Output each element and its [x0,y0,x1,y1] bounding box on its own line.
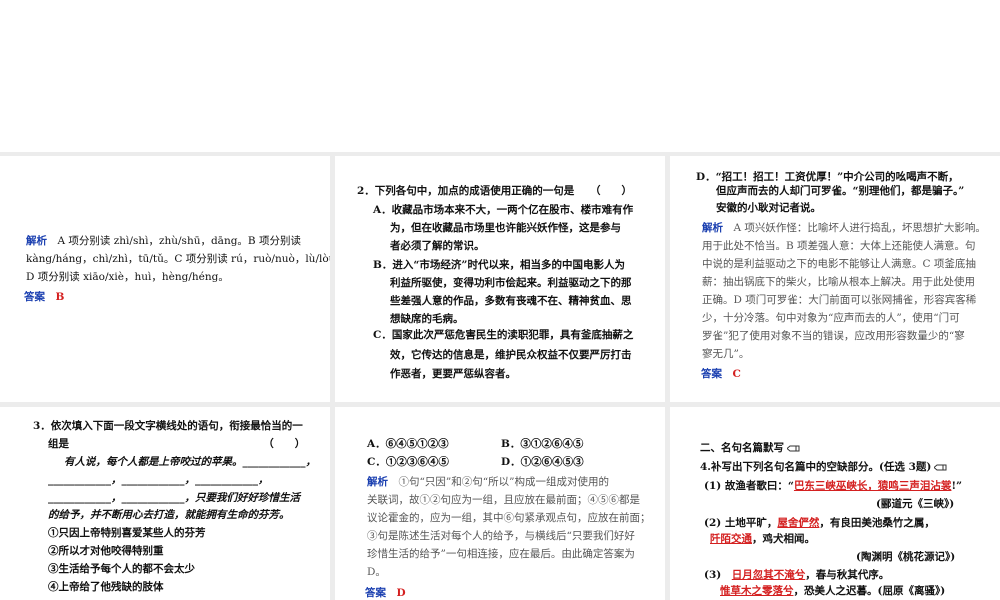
option-c-line: C．国家此次严惩危害民生的渎职犯罪，具有釜底抽薪之 [373,329,634,341]
section-heading: 二、名句名篇默写 [700,441,800,455]
list-item: ②所以才对他咬得特别重 [48,545,164,557]
source-text: (陶渊明《桃花源记》) [856,551,956,563]
answer-fill: 惟草木之零落兮 [720,585,794,597]
top-blank-area [0,0,1000,152]
question-text: 2．下列各句中，加点的成语使用正确的一句是 （ ） [357,185,633,197]
pencil-icon [787,445,800,451]
answer-fill: 巴东三峡巫峡长，猿鸣三声泪沾裳 [793,480,952,492]
option-c-line: 效，它传达的信息是，维护民众权益不仅要严厉打击 [390,349,632,361]
option-a-line: 为，但在收藏品市场里也许能兴妖作怪，这是参与 [390,222,621,234]
analysis-text: ①句“只因”和②句“所以”构成一组成对使用的 [398,476,609,488]
question-text: 3．依次填入下面一段文字横线处的语句，衔接最恰当的一 [33,420,303,432]
analysis-line: 中说的是利益驱动之下的电影不能够让人满意。C 项釜底抽 [702,258,976,270]
list-item: ③生活给予每个人的都不会太少 [48,563,195,575]
analysis-line: 正确。D 项门可罗雀：大门前面可以张网捕雀，形容宾客稀 [702,294,977,306]
sentence-text: (3) [704,569,722,581]
answer-fill: 日月忽其不淹兮 [731,569,806,581]
option-b-line: 利益所驱使，变得功利市侩起来。利益驱动之下的那 [390,277,632,289]
analysis-line: ③句是陈述生活对每个人的给予，与横线后“只要我们好好 [367,530,635,542]
passage-line: 的给予，并不断用心去打造，就能拥有生命的芬芳。 [48,509,290,521]
option-d-line: D．“招工！招工！工资优厚！”中介公司的吆喝声不断， [696,171,959,183]
sentence-text: ，恐美人之迟暮。(屈原《离骚》) [793,585,946,597]
instruction-label: 4.补写出下列名句名篇中的空缺部分。(任选 3题) [700,461,932,473]
answer-value: C [732,368,741,380]
question-text: 组是 （ ） [48,438,306,450]
slide-question-2: 2．下列各句中，加点的成语使用正确的一句是 （ ） A．收藏品市场本来不大，一两… [335,156,665,402]
option-b-line: 想缺席的毛病。 [390,313,464,325]
analysis-line: 罗雀”犯了使用对象不当的错误，应改用形容数量少的“寥 [702,330,965,342]
sentence-line: 阡陌交通，鸡犬相闻。 [710,532,815,546]
option-d: D．①②⑥④⑤③ [501,456,584,468]
analysis-line: 用于此处不恰当。B 项差强人意：大体上还能使人满意。句 [702,240,976,252]
pencil-icon [934,464,947,470]
analysis-line: 少，十分冷落。句中对象为“应声而去的人”，使用“门可 [702,312,960,324]
analysis-line: kàng/háng，chì/zhì，tū/tǔ。C 项分别读 rú，ruò/nu… [26,253,330,265]
answer-line: 答案 C [701,367,741,381]
analysis-line: 关联词，故①②句应为一组，且应放在最前面；④⑤⑥都是 [367,494,640,506]
analysis-line: D 项分别读 xiāo/xiè，huì，hèng/héng。 [26,271,229,283]
answer-value: B [55,291,65,303]
option-a: A．⑥④⑤①②③ [367,438,449,450]
source-text: (郦道元《三峡》) [876,498,955,510]
sentence-text: !” [951,480,963,492]
analysis-label: 解析 [367,476,388,488]
slide-famous-sentences: 二、名句名篇默写 4.补写出下列名句名篇中的空缺部分。(任选 3题) (1) 故… [670,407,1000,600]
option-a-line: 者必须了解的常识。 [390,240,485,252]
analysis-text: A 项分别读 zhì/shì，zhù/shū，dāng。B 项分别读 [57,235,301,247]
answer-label: 答案 [701,368,722,380]
option-c-line: 作恶者，更要严惩纵容者。 [390,368,516,380]
slide-question-3: 3．依次填入下面一段文字横线处的语句，衔接最恰当的一 组是 （ ） 有人说，每个… [0,407,330,600]
analysis-line: D。 [367,566,386,578]
analysis-label: 解析 [702,222,723,234]
analysis-line: 解析 A 项兴妖作怪：比喻坏人进行捣乱，坏思想扩大影响。 [702,221,986,235]
heading-text: 二、名句名篇默写 [700,442,784,454]
answer-label: 答案 [365,587,386,599]
analysis-line: 解析 ①句“只因”和②句“所以”构成一组成对使用的 [367,475,609,489]
sentence-line: (1) 故渔者歌曰：“巴东三峡巫峡长，猿鸣三声泪沾裳!” [704,479,962,493]
list-item: ④上帝给了他残缺的肢体 [48,581,164,593]
option-b-line: 些差强人意的作品，多数有丧魂不在、精神贫血、思 [390,295,632,307]
option-c: C．①②③⑥④⑤ [367,456,449,468]
sentence-line: 惟草木之零落兮，恐美人之迟暮。(屈原《离骚》) [720,584,945,598]
analysis-label: 解析 [26,235,47,247]
answer-fill: 屋舍俨然 [777,517,820,529]
passage-line: ____________，____________，____________， [48,474,269,486]
option-b-line: B．进入“市场经济”时代以来，相当多的中国电影人为 [373,259,625,271]
sentence-text: ，春与秋其代序。 [805,569,890,581]
analysis-line: 薪：抽出锅底下的柴火，比喻从根本上解决。用于此处使用 [702,276,975,288]
option-d-line: 安徽的小耿对记者说。 [716,202,821,214]
sentence-line: (2) 土地平旷，屋舍俨然，有良田美池桑竹之属， [704,516,935,530]
sentence-text: (1) 故渔者歌曰：“ [704,480,794,492]
sentence-text: ，鸡犬相闻。 [752,533,815,545]
analysis-text: A 项兴妖作怪：比喻坏人进行捣乱，坏思想扩大影响。 [733,222,986,234]
option-a-line: A．收藏品市场本来不大，一两个亿在股市、楼市难有作 [373,204,634,216]
instruction-text: 4.补写出下列名句名篇中的空缺部分。(任选 3题) [700,460,947,474]
slide-answer-q1: 解析 A 项分别读 zhì/shì，zhù/shū，dāng。B 项分别读 kà… [0,156,330,402]
slide-option-d-analysis: D．“招工！招工！工资优厚！”中介公司的吆喝声不断， 但应声而去的人却门可罗雀。… [670,156,1000,402]
analysis-line: 寥无几”。 [702,348,750,360]
analysis-line: 解析 A 项分别读 zhì/shì，zhù/shū，dāng。B 项分别读 [26,234,301,248]
passage-line: ____________，____________，只要我们好好珍惜生活 [48,492,300,504]
sentence-line: (3) 日月忽其不淹兮，春与秋其代序。 [704,568,889,582]
answer-line: 答案 B [24,290,64,304]
answer-fill: 阡陌交通 [710,533,752,545]
analysis-line: 议论霍金的，应为一组，其中⑥句紧承观点句，应放在前面； [367,512,651,524]
answer-label: 答案 [24,291,45,303]
answer-value: D [396,587,406,599]
option-d-line: 但应声而去的人却门可罗雀。“别理他们，都是骗子。” [716,185,965,197]
sentence-text: (2) 土地平旷， [704,517,778,529]
sentence-text: ，有良田美池桑竹之属， [819,517,935,529]
passage-line: 有人说，每个人都是上帝咬过的苹果。____________， [64,456,316,468]
option-b: B．③①②⑥④⑤ [501,438,584,450]
answer-line: 答案 D [365,586,406,600]
analysis-line: 珍惜生活的给予”一句相连接，应在最后。由此确定答案为 [367,548,635,560]
list-item: ①只因上帝特别喜爱某些人的芬芳 [48,527,206,539]
slide-q3-options-analysis: A．⑥④⑤①②③ B．③①②⑥④⑤ C．①②③⑥④⑤ D．①②⑥④⑤③ 解析 ①… [335,407,665,600]
